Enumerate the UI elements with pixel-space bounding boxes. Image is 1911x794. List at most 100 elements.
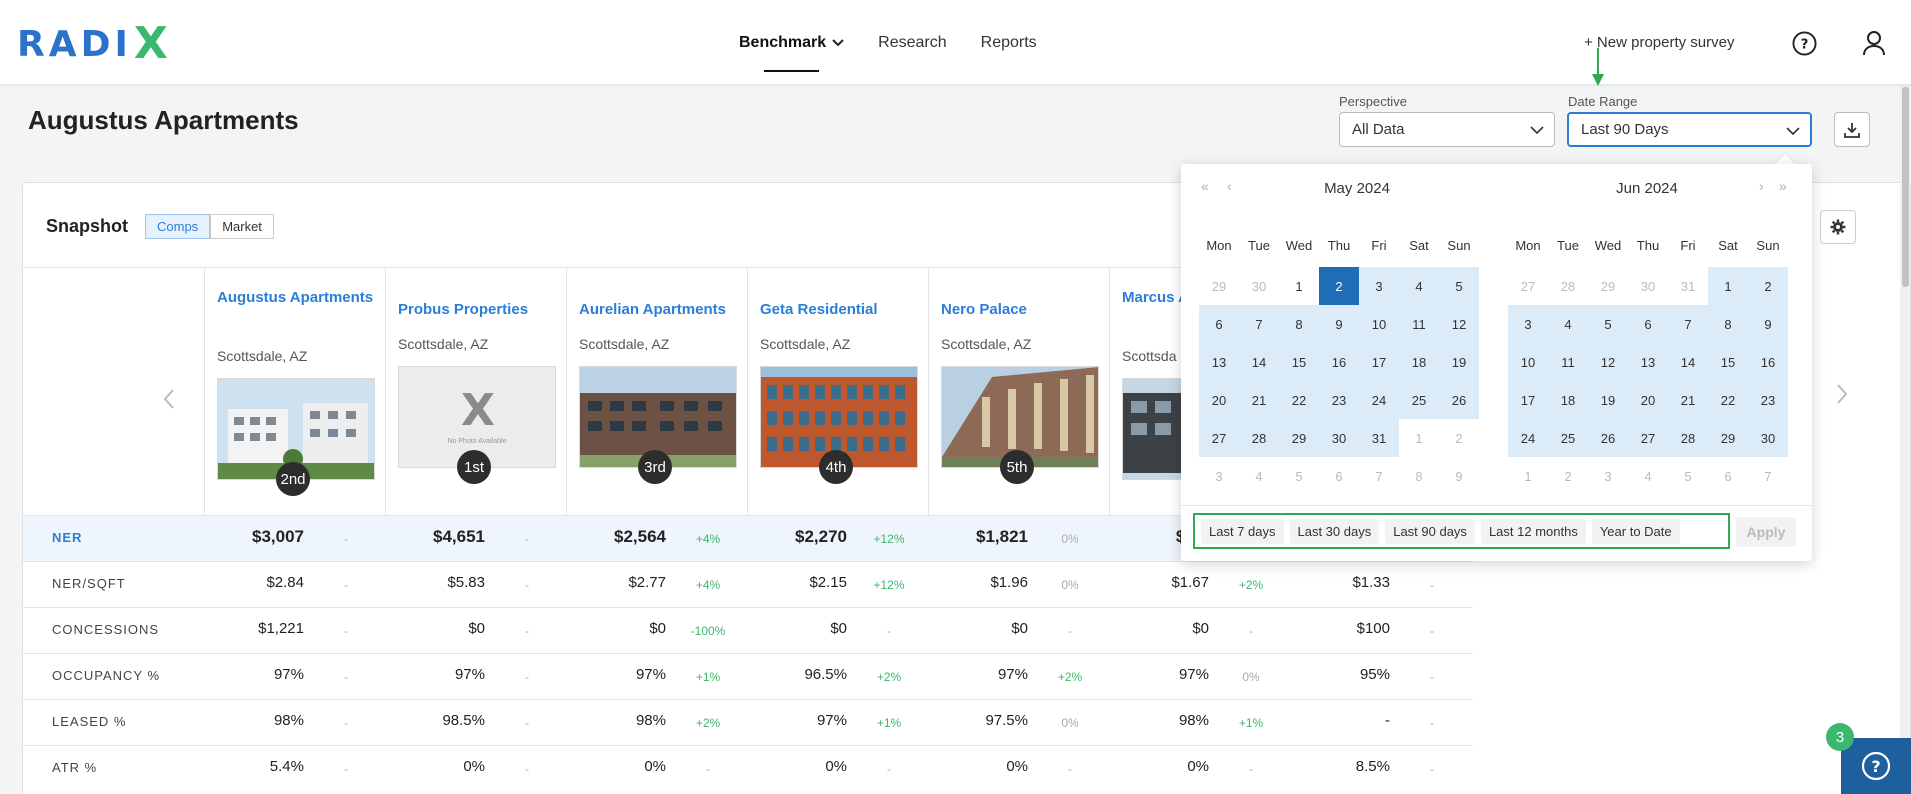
- nav-research[interactable]: Research: [878, 34, 946, 52]
- calendar-day[interactable]: 7: [1668, 305, 1708, 343]
- help-chat-button[interactable]: ?: [1841, 738, 1911, 794]
- property-name[interactable]: Nero Palace: [941, 298, 1106, 322]
- calendar-day[interactable]: 10: [1508, 343, 1548, 381]
- toggle-comps[interactable]: Comps: [145, 214, 211, 239]
- calendar-day[interactable]: 9: [1319, 305, 1359, 343]
- calendar-day[interactable]: 31: [1359, 419, 1399, 457]
- nav-benchmark[interactable]: Benchmark: [739, 34, 844, 72]
- calendar-day[interactable]: 11: [1548, 343, 1588, 381]
- calendar-day[interactable]: 3: [1508, 305, 1548, 343]
- next-month-button[interactable]: ›: [1759, 178, 1764, 194]
- chevron-right-icon[interactable]: [1834, 383, 1850, 405]
- toggle-market[interactable]: Market: [210, 214, 274, 239]
- calendar-day[interactable]: 29: [1588, 267, 1628, 305]
- calendar-day[interactable]: 21: [1668, 381, 1708, 419]
- calendar-day[interactable]: 8: [1399, 457, 1439, 495]
- radix-logo[interactable]: RADI X: [17, 22, 168, 66]
- settings-button[interactable]: [1820, 210, 1856, 244]
- calendar-day[interactable]: 17: [1359, 343, 1399, 381]
- calendar-day[interactable]: 24: [1359, 381, 1399, 419]
- calendar-day[interactable]: 14: [1239, 343, 1279, 381]
- calendar-day[interactable]: 23: [1319, 381, 1359, 419]
- calendar-day[interactable]: 5: [1668, 457, 1708, 495]
- property-name[interactable]: Geta Residential: [760, 298, 925, 322]
- calendar-day[interactable]: 3: [1359, 267, 1399, 305]
- apply-button[interactable]: Apply: [1736, 517, 1796, 547]
- chevron-left-icon[interactable]: [161, 388, 177, 410]
- calendar-day[interactable]: 4: [1628, 457, 1668, 495]
- calendar-day[interactable]: 4: [1239, 457, 1279, 495]
- calendar-day[interactable]: 18: [1548, 381, 1588, 419]
- prev-year-button[interactable]: «: [1201, 178, 1209, 194]
- calendar-day[interactable]: 5: [1439, 267, 1479, 305]
- calendar-day[interactable]: 1: [1399, 419, 1439, 457]
- calendar-day[interactable]: 5: [1279, 457, 1319, 495]
- calendar-day[interactable]: 15: [1279, 343, 1319, 381]
- calendar-day[interactable]: 12: [1588, 343, 1628, 381]
- calendar-day[interactable]: 3: [1199, 457, 1239, 495]
- scrollbar-thumb[interactable]: [1902, 87, 1909, 287]
- next-year-button[interactable]: »: [1779, 178, 1787, 194]
- calendar-day[interactable]: 17: [1508, 381, 1548, 419]
- calendar-day[interactable]: 29: [1199, 267, 1239, 305]
- date-range-select[interactable]: Last 90 Days: [1567, 112, 1812, 147]
- calendar-day[interactable]: 25: [1548, 419, 1588, 457]
- user-icon[interactable]: [1862, 30, 1886, 56]
- calendar-day[interactable]: 21: [1239, 381, 1279, 419]
- preset-last-30-days[interactable]: Last 30 days: [1289, 518, 1380, 544]
- calendar-day[interactable]: 9: [1439, 457, 1479, 495]
- calendar-day[interactable]: 7: [1359, 457, 1399, 495]
- calendar-day[interactable]: 28: [1668, 419, 1708, 457]
- calendar-day[interactable]: 30: [1239, 267, 1279, 305]
- prev-month-button[interactable]: ‹: [1227, 178, 1232, 194]
- preset-year-to-date[interactable]: Year to Date: [1591, 518, 1680, 544]
- calendar-day[interactable]: 9: [1748, 305, 1788, 343]
- calendar-day[interactable]: 4: [1399, 267, 1439, 305]
- help-circle-icon[interactable]: ?: [1792, 31, 1817, 56]
- calendar-day[interactable]: 22: [1708, 381, 1748, 419]
- preset-last-7-days[interactable]: Last 7 days: [1201, 518, 1284, 544]
- calendar-day[interactable]: 7: [1748, 457, 1788, 495]
- calendar-day[interactable]: 8: [1708, 305, 1748, 343]
- calendar-day[interactable]: 2: [1548, 457, 1588, 495]
- nav-reports[interactable]: Reports: [981, 34, 1037, 52]
- new-property-survey-link[interactable]: + New property survey: [1584, 34, 1734, 51]
- calendar-day[interactable]: 19: [1439, 343, 1479, 381]
- calendar-day[interactable]: 31: [1668, 267, 1708, 305]
- calendar-day[interactable]: 18: [1399, 343, 1439, 381]
- calendar-day[interactable]: 30: [1319, 419, 1359, 457]
- calendar-day[interactable]: 2: [1439, 419, 1479, 457]
- calendar-day[interactable]: 6: [1708, 457, 1748, 495]
- calendar-day[interactable]: 3: [1588, 457, 1628, 495]
- calendar-day[interactable]: 4: [1548, 305, 1588, 343]
- calendar-day[interactable]: 2: [1748, 267, 1788, 305]
- calendar-day[interactable]: 13: [1628, 343, 1668, 381]
- calendar-day[interactable]: 26: [1588, 419, 1628, 457]
- perspective-select[interactable]: All Data: [1339, 112, 1555, 147]
- calendar-day[interactable]: 23: [1748, 381, 1788, 419]
- calendar-day[interactable]: 16: [1748, 343, 1788, 381]
- calendar-day[interactable]: 27: [1199, 419, 1239, 457]
- calendar-day[interactable]: 8: [1279, 305, 1319, 343]
- calendar-day[interactable]: 2: [1319, 267, 1359, 305]
- calendar-day[interactable]: 11: [1399, 305, 1439, 343]
- calendar-day[interactable]: 5: [1588, 305, 1628, 343]
- calendar-day[interactable]: 6: [1199, 305, 1239, 343]
- property-name[interactable]: Aurelian Apartments: [579, 298, 744, 322]
- calendar-day[interactable]: 29: [1279, 419, 1319, 457]
- calendar-day[interactable]: 6: [1628, 305, 1668, 343]
- calendar-day[interactable]: 27: [1628, 419, 1668, 457]
- calendar-day[interactable]: 24: [1508, 419, 1548, 457]
- calendar-day[interactable]: 7: [1239, 305, 1279, 343]
- calendar-day[interactable]: 12: [1439, 305, 1479, 343]
- calendar-day[interactable]: 20: [1628, 381, 1668, 419]
- calendar-day[interactable]: 28: [1548, 267, 1588, 305]
- calendar-day[interactable]: 15: [1708, 343, 1748, 381]
- calendar-day[interactable]: 1: [1508, 457, 1548, 495]
- preset-last-90-days[interactable]: Last 90 days: [1385, 518, 1475, 544]
- calendar-day[interactable]: 27: [1508, 267, 1548, 305]
- calendar-day[interactable]: 20: [1199, 381, 1239, 419]
- calendar-day[interactable]: 13: [1199, 343, 1239, 381]
- calendar-day[interactable]: 1: [1708, 267, 1748, 305]
- calendar-day[interactable]: 30: [1628, 267, 1668, 305]
